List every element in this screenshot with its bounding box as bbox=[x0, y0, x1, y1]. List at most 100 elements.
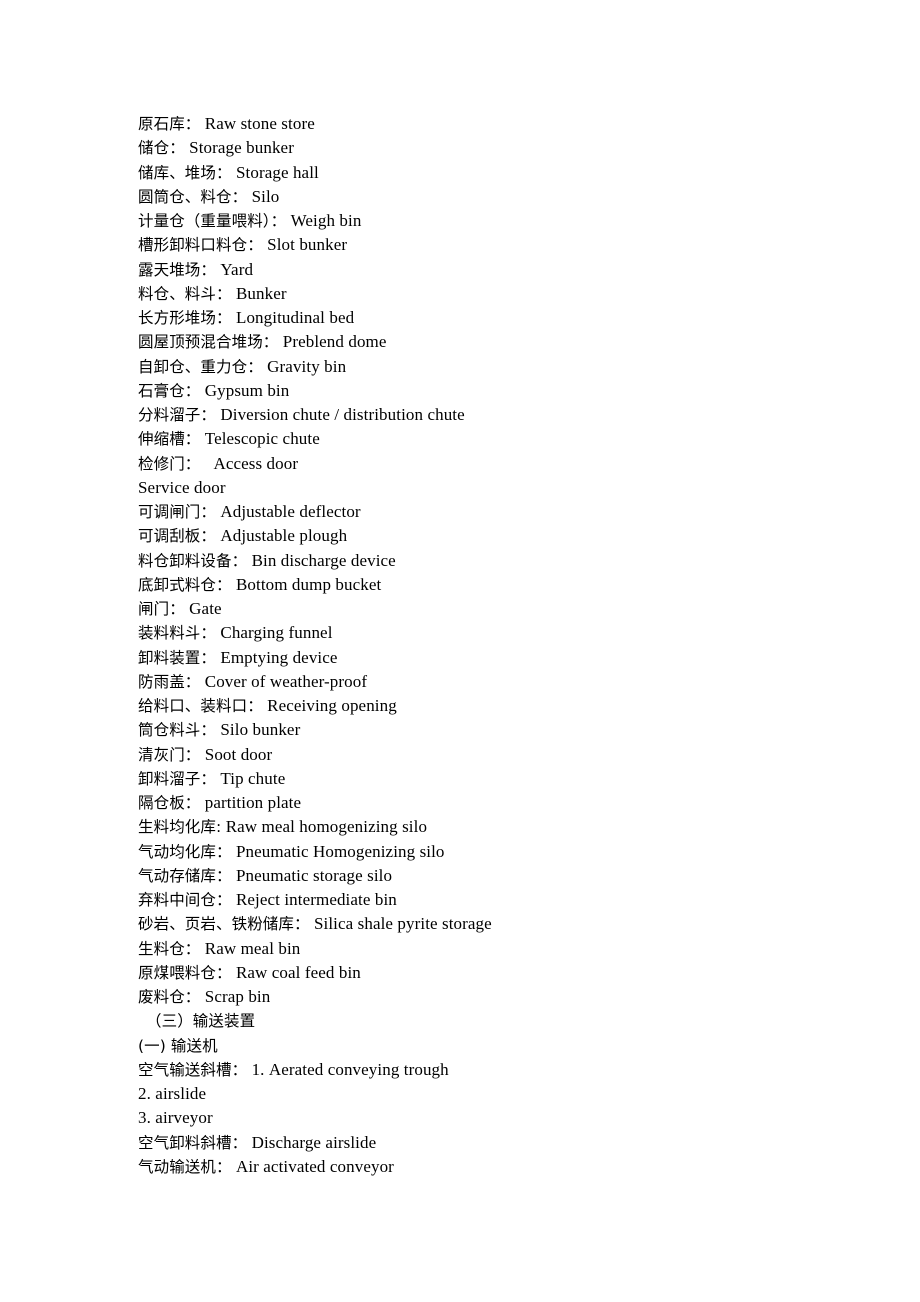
glossary-line: 给料口、装料口： Receiving opening bbox=[138, 694, 838, 718]
glossary-line: 弃料中间仓： Reject intermediate bin bbox=[138, 888, 838, 912]
term-english: Charging funnel bbox=[220, 623, 333, 643]
term-english: Service door bbox=[138, 477, 226, 497]
glossary-line: 石膏仓： Gypsum bin bbox=[138, 379, 838, 403]
term-english: Slot bunker bbox=[267, 235, 348, 255]
term-chinese: 闸门： bbox=[138, 600, 185, 618]
term-english: 1. Aerated conveying trough bbox=[251, 1059, 449, 1079]
term-english: Storage bunker bbox=[189, 138, 294, 158]
glossary-line: 储库、堆场： Storage hall bbox=[138, 161, 838, 185]
term-english: Receiving opening bbox=[267, 696, 397, 715]
term-english: Diversion chute / distribution chute bbox=[220, 405, 465, 424]
term-english: partition plate bbox=[204, 793, 302, 812]
term-chinese: 石膏仓： bbox=[138, 381, 201, 400]
term-english: Raw meal bin bbox=[204, 938, 301, 958]
term-english: Emptying device bbox=[220, 647, 338, 667]
term-chinese: 储仓： bbox=[138, 139, 185, 158]
term-chinese: 圆筒仓、料仓： bbox=[138, 187, 248, 206]
term-english: Raw stone store bbox=[204, 114, 315, 133]
term-chinese: 储库、堆场： bbox=[138, 163, 232, 182]
glossary-line: 圆屋顶预混合堆场： Preblend dome bbox=[138, 330, 838, 354]
term-chinese: 气动均化库： bbox=[138, 842, 232, 861]
term-chinese: 长方形堆场： bbox=[138, 309, 232, 327]
glossary-line: 闸门： Gate bbox=[138, 597, 838, 621]
glossary-line: 原煤喂料仓： Raw coal feed bin bbox=[138, 961, 838, 985]
term-chinese: 给料口、装料口： bbox=[138, 697, 263, 715]
term-chinese: 检修门： bbox=[138, 454, 201, 473]
term-english: Adjustable plough bbox=[220, 526, 348, 546]
term-english: Yard bbox=[220, 259, 254, 279]
glossary-line: 气动均化库： Pneumatic Homogenizing silo bbox=[138, 840, 838, 864]
term-english: Gypsum bin bbox=[204, 380, 290, 400]
glossary-line: 废料仓： Scrap bin bbox=[138, 985, 838, 1009]
term-english: Raw meal homogenizing silo bbox=[225, 817, 428, 837]
term-english: Weigh bin bbox=[290, 211, 362, 230]
term-chinese: 空气卸料斜槽： bbox=[138, 1133, 248, 1152]
term-chinese: 槽形卸料口料仓： bbox=[138, 236, 263, 255]
term-chinese: 防雨盖： bbox=[138, 672, 201, 691]
term-chinese: 伸缩槽： bbox=[138, 430, 201, 449]
glossary-line: 卸料装置： Emptying device bbox=[138, 646, 838, 670]
glossary-line: 卸料溜子： Tip chute bbox=[138, 767, 838, 791]
term-english: Bottom dump bucket bbox=[235, 574, 382, 594]
term-english: Storage hall bbox=[235, 162, 319, 182]
term-english: Adjustable deflector bbox=[220, 502, 361, 521]
term-english: Preblend dome bbox=[282, 332, 387, 352]
glossary-line: 生料均化库: Raw meal homogenizing silo bbox=[138, 815, 838, 839]
glossary-line: 装料料斗： Charging funnel bbox=[138, 621, 838, 645]
term-english: Soot door bbox=[204, 744, 273, 764]
glossary-line: 隔仓板： partition plate bbox=[138, 791, 838, 815]
term-chinese: 卸料装置： bbox=[138, 648, 217, 667]
glossary-line: 可调刮板： Adjustable plough bbox=[138, 524, 838, 548]
term-chinese: 筒仓料斗： bbox=[138, 721, 217, 740]
term-chinese: 清灰门： bbox=[138, 745, 201, 764]
term-english: Reject intermediate bin bbox=[235, 890, 397, 909]
term-english: Gate bbox=[189, 599, 222, 618]
glossary-line: 筒仓料斗： Silo bunker bbox=[138, 718, 838, 742]
term-english: Scrap bin bbox=[204, 987, 271, 1006]
term-chinese: 可调刮板： bbox=[138, 527, 217, 546]
term-chinese: 料仓卸料设备： bbox=[138, 551, 248, 570]
glossary-line: 伸缩槽： Telescopic chute bbox=[138, 427, 838, 451]
term-chinese: 气动存储库： bbox=[138, 866, 232, 885]
term-english: Silica shale pyrite storage bbox=[313, 914, 492, 934]
term-chinese: 分料溜子： bbox=[138, 406, 217, 424]
term-english: Gravity bin bbox=[267, 356, 347, 376]
glossary-line: 空气卸料斜槽： Discharge airslide bbox=[138, 1131, 838, 1155]
glossary-line: 检修门： Access door bbox=[138, 452, 838, 476]
term-english: 2. airslide bbox=[138, 1084, 207, 1103]
term-chinese: 计量仓（重量喂料）： bbox=[138, 212, 287, 230]
term-english: Pneumatic Homogenizing silo bbox=[235, 841, 445, 861]
glossary-line: 计量仓（重量喂料）： Weigh bin bbox=[138, 209, 838, 233]
glossary-line: 砂岩、页岩、铁粉储库： Silica shale pyrite storage bbox=[138, 912, 838, 936]
glossary-line: 可调闸门： Adjustable deflector bbox=[138, 500, 838, 524]
term-chinese: 露天堆场： bbox=[138, 260, 217, 279]
document-page: 原石库： Raw stone store 储仓： Storage bunker 储库… bbox=[0, 0, 920, 1302]
glossary-line: 防雨盖： Cover of weather-proof bbox=[138, 670, 838, 694]
term-chinese: 自卸仓、重力仓： bbox=[138, 357, 263, 376]
glossary-line: Service door bbox=[138, 476, 838, 500]
glossary-line: 储仓： Storage bunker bbox=[138, 136, 838, 160]
term-english: Cover of weather-proof bbox=[204, 671, 368, 691]
term-chinese: 生料均化库: bbox=[138, 818, 222, 837]
glossary-line: 2. airslide bbox=[138, 1082, 838, 1106]
term-chinese: 料仓、料斗： bbox=[138, 284, 232, 303]
glossary-line: 露天堆场： Yard bbox=[138, 258, 838, 282]
glossary-line: 圆筒仓、料仓： Silo bbox=[138, 185, 838, 209]
glossary-line: 自卸仓、重力仓： Gravity bin bbox=[138, 355, 838, 379]
glossary-line: 3. airveyor bbox=[138, 1106, 838, 1130]
term-chinese: 底卸式料仓： bbox=[138, 575, 232, 594]
term-chinese: 原石库： bbox=[138, 115, 201, 133]
term-chinese: 圆屋顶预混合堆场： bbox=[138, 333, 279, 352]
glossary-line: 长方形堆场： Longitudinal bed bbox=[138, 306, 838, 330]
glossary-line: 底卸式料仓： Bottom dump bucket bbox=[138, 573, 838, 597]
term-english: Longitudinal bed bbox=[235, 308, 355, 327]
term-chinese: 空气输送斜槽： bbox=[138, 1060, 248, 1079]
glossary-line: 料仓卸料设备： Bin discharge device bbox=[138, 549, 838, 573]
term-chinese: 隔仓板： bbox=[138, 794, 201, 812]
term-chinese: 卸料溜子： bbox=[138, 769, 217, 788]
term-chinese: 装料料斗： bbox=[138, 624, 217, 643]
glossary-line: 气动输送机： Air activated conveyor bbox=[138, 1155, 838, 1179]
term-chinese: 弃料中间仓： bbox=[138, 891, 232, 909]
term-chinese: 废料仓： bbox=[138, 988, 201, 1006]
term-chinese: 可调闸门： bbox=[138, 503, 217, 521]
